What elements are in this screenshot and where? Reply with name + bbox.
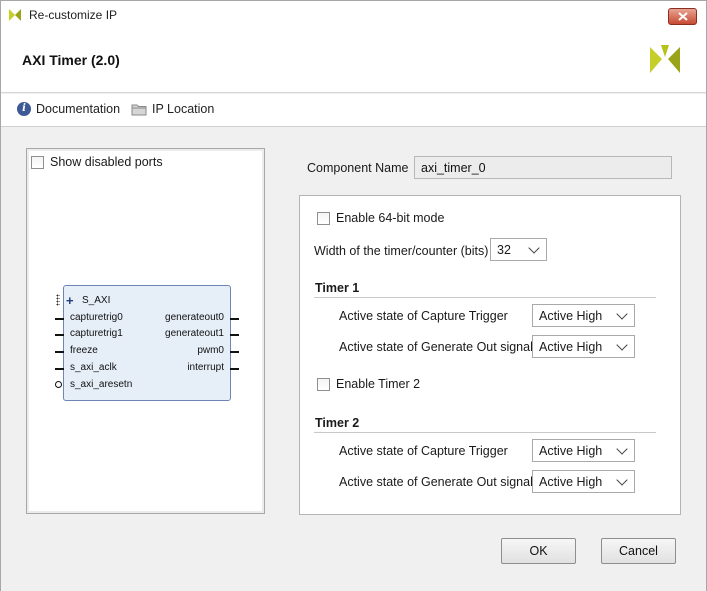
pin	[55, 318, 64, 320]
dialog-header: AXI Timer (2.0)	[1, 29, 706, 93]
component-name-label: Component Name	[307, 161, 409, 175]
ip-symbol-panel: Show disabled ports + S_AXI capturetrig0…	[26, 148, 265, 514]
documentation-menu[interactable]: i Documentation	[17, 102, 120, 116]
grip-handle-icon	[56, 294, 60, 306]
port-freeze: freeze	[70, 345, 98, 356]
pin	[230, 318, 239, 320]
timer-width-select[interactable]: 32	[490, 238, 547, 261]
ip-block-symbol: + S_AXI capturetrig0 capturetrig1 freeze…	[55, 285, 239, 401]
window-title: Re-customize IP	[29, 8, 118, 22]
pin	[230, 368, 239, 370]
divider	[314, 297, 656, 298]
timer2-capture-label: Active state of Capture Trigger	[339, 444, 508, 458]
timer2-title: Timer 2	[315, 416, 360, 430]
port-interrupt: interrupt	[187, 362, 224, 373]
timer1-capture-value: Active High	[539, 308, 603, 323]
documentation-label: Documentation	[36, 102, 121, 116]
timer2-capture-select[interactable]: Active High	[532, 439, 635, 462]
timer1-title: Timer 1	[315, 281, 360, 295]
pin	[55, 334, 64, 336]
timer2-generate-label: Active state of Generate Out signal	[339, 475, 533, 489]
ip-title: AXI Timer (2.0)	[22, 52, 120, 68]
close-button[interactable]	[668, 8, 697, 25]
ok-button[interactable]: OK	[501, 538, 576, 564]
port-capturetrig1: capturetrig1	[70, 328, 123, 339]
chevron-down-icon	[616, 473, 628, 486]
checkbox-box[interactable]	[317, 377, 330, 391]
port-s-axi-aresetn: s_axi_aresetn	[70, 379, 133, 390]
timer-width-value: 32	[497, 242, 511, 257]
port-capturetrig0: capturetrig0	[70, 312, 123, 323]
info-icon: i	[17, 102, 31, 116]
inverted-pin-icon	[55, 381, 62, 388]
toolbar: i Documentation IP Location	[1, 94, 706, 127]
pin	[230, 334, 239, 336]
divider	[314, 432, 656, 433]
port-pwm0: pwm0	[197, 345, 224, 356]
show-disabled-ports-checkbox[interactable]: Show disabled ports	[31, 155, 163, 169]
checkbox-box[interactable]	[317, 211, 330, 225]
pin	[230, 351, 239, 353]
title-bar: Re-customize IP	[1, 1, 706, 29]
chevron-down-icon	[616, 338, 628, 351]
interface-s-axi: S_AXI	[82, 295, 111, 306]
re-customize-ip-dialog: Re-customize IP AXI Timer (2.0) i Docume…	[0, 0, 707, 591]
chevron-down-icon	[616, 442, 628, 455]
timer2-capture-value: Active High	[539, 443, 603, 458]
ip-location-button[interactable]: IP Location	[131, 102, 214, 116]
configuration-panel: Enable 64-bit mode Width of the timer/co…	[299, 195, 681, 515]
component-name-input[interactable]	[414, 156, 672, 179]
checkbox-box[interactable]	[31, 155, 44, 169]
timer1-capture-select[interactable]: Active High	[532, 304, 635, 327]
timer2-generate-value: Active High	[539, 474, 603, 489]
folder-icon	[131, 104, 147, 115]
timer1-generate-value: Active High	[539, 339, 603, 354]
enable-timer2-checkbox[interactable]: Enable Timer 2	[317, 377, 420, 391]
enable-64bit-label: Enable 64-bit mode	[336, 211, 445, 225]
port-generateout0: generateout0	[165, 312, 224, 323]
port-s-axi-aclk: s_axi_aclk	[70, 362, 117, 373]
port-generateout1: generateout1	[165, 328, 224, 339]
timer2-generate-select[interactable]: Active High	[532, 470, 635, 493]
show-disabled-ports-label: Show disabled ports	[50, 155, 163, 169]
pin	[55, 351, 64, 353]
dialog-body: Show disabled ports + S_AXI capturetrig0…	[1, 128, 706, 591]
xilinx-logo-icon	[9, 9, 21, 21]
timer-width-label: Width of the timer/counter (bits)	[314, 244, 489, 258]
cancel-button[interactable]: Cancel	[601, 538, 676, 564]
xilinx-logo-icon	[650, 45, 680, 73]
ip-location-label: IP Location	[152, 102, 215, 116]
enable-64bit-checkbox[interactable]: Enable 64-bit mode	[317, 211, 444, 225]
timer1-capture-label: Active state of Capture Trigger	[339, 309, 508, 323]
enable-timer2-label: Enable Timer 2	[336, 377, 421, 391]
timer1-generate-select[interactable]: Active High	[532, 335, 635, 358]
timer1-generate-label: Active state of Generate Out signal	[339, 340, 533, 354]
chevron-down-icon	[528, 241, 540, 254]
pin	[55, 368, 64, 370]
expand-interface-icon[interactable]: +	[66, 293, 74, 308]
chevron-down-icon	[616, 307, 628, 320]
close-icon	[677, 12, 688, 21]
